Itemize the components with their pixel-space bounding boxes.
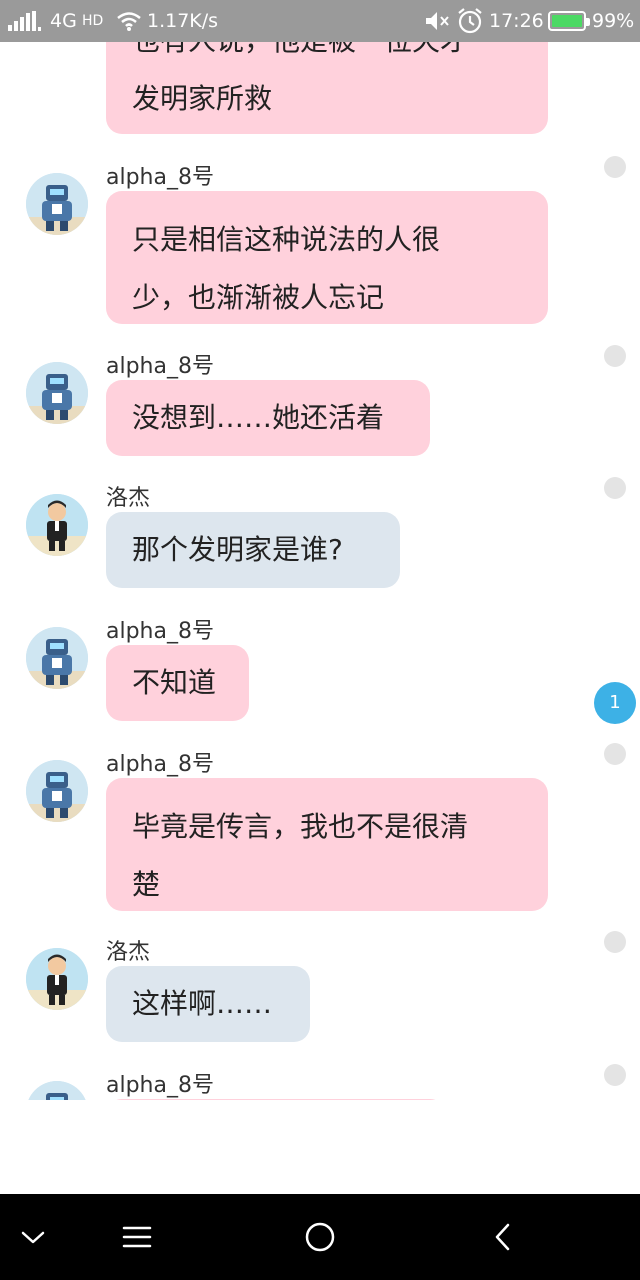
message-bubble[interactable]: 只是相信这种说法的人很 少，也渐渐被人忘记: [106, 191, 548, 324]
read-status-dot: [604, 743, 626, 765]
sender-name: alpha_8号: [106, 752, 214, 777]
sender-name: 洛杰: [106, 486, 151, 511]
clock: 17:26: [489, 10, 544, 32]
sender-name: alpha_8号: [106, 354, 214, 379]
chevron-down-icon[interactable]: [10, 1214, 56, 1260]
sender-name: alpha_8号: [106, 1073, 214, 1098]
unread-count-badge[interactable]: 1: [594, 682, 636, 724]
message-line: 楚: [132, 868, 161, 901]
navigation-bar: [0, 1194, 640, 1280]
network-type: 4G: [50, 10, 77, 32]
message-line: 不知道: [132, 666, 217, 699]
message-bubble[interactable]: 这样啊……: [106, 966, 310, 1042]
battery-icon: [548, 11, 590, 31]
message-bubble[interactable]: 毕竟是传言，我也不是很清 楚: [106, 778, 548, 911]
status-bar: 4G HD 1.17K/s 17:26 99%: [0, 0, 640, 42]
hd-label: HD: [82, 13, 104, 29]
alarm-icon: [458, 8, 482, 34]
mute-icon: [426, 12, 449, 30]
suit-man-avatar[interactable]: [26, 948, 88, 1010]
sender-name: 洛杰: [106, 940, 151, 965]
message-line: 也有人说，他是被一位天才: [132, 42, 522, 70]
wifi-icon: [117, 12, 141, 31]
battery-percent: 99%: [592, 10, 635, 32]
home-icon[interactable]: [297, 1214, 343, 1260]
read-status-dot: [604, 477, 626, 499]
menu-icon[interactable]: [114, 1214, 160, 1260]
message-line: 少，也渐渐被人忘记: [132, 281, 385, 314]
robot-avatar[interactable]: [26, 173, 88, 235]
message-line: 只是相信这种说法的人很: [132, 223, 441, 256]
robot-avatar[interactable]: [26, 627, 88, 689]
message-line: 发明家所救: [132, 82, 273, 115]
suit-man-avatar[interactable]: [26, 494, 88, 556]
net-speed: 1.17K/s: [147, 10, 219, 32]
sender-name: alpha_8号: [106, 619, 214, 644]
signal-icon: [8, 11, 42, 31]
back-icon[interactable]: [480, 1214, 526, 1260]
sender-name: alpha_8号: [106, 165, 214, 190]
message-line: 这样啊……: [132, 987, 273, 1020]
robot-avatar[interactable]: [26, 1081, 88, 1100]
message-line: 那个发明家是谁?: [132, 533, 343, 566]
read-status-dot: [604, 156, 626, 178]
message-line: 毕竟是传言，我也不是很清: [132, 810, 469, 843]
message-bubble[interactable]: 那个发明家是谁?: [106, 512, 400, 588]
read-status-dot: [604, 1064, 626, 1086]
robot-avatar[interactable]: [26, 760, 88, 822]
message-bubble[interactable]: [106, 1099, 446, 1100]
read-status-dot: [604, 931, 626, 953]
chat-area[interactable]: 也有人说，他是被一位天才 发明家所救 alpha_8号 只是相信这种说法的人很 …: [0, 42, 640, 1100]
robot-avatar[interactable]: [26, 362, 88, 424]
read-status-dot: [604, 345, 626, 367]
message-bubble: 也有人说，他是被一位天才 发明家所救: [106, 42, 548, 134]
message-bubble[interactable]: 不知道: [106, 645, 249, 721]
message-line: 没想到……她还活着: [132, 401, 385, 434]
message-bubble[interactable]: 没想到……她还活着: [106, 380, 430, 456]
